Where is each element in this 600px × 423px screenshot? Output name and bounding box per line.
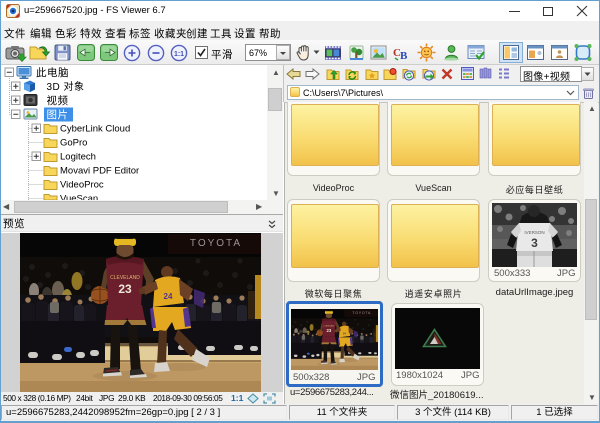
svg-text:Movavi PDF Editor: Movavi PDF Editor [60,166,139,177]
svg-text:CyberLink Cloud: CyberLink Cloud [60,124,130,135]
svg-text:GoPro: GoPro [60,138,87,149]
svg-text:VideoProc: VideoProc [60,180,104,191]
svg-text:Logitech: Logitech [60,152,96,163]
svg-text:B: B [400,50,408,62]
svg-text:此电脑: 此电脑 [36,66,69,79]
svg-text:3D 对象: 3D 对象 [47,80,85,93]
svg-text:图片: 图片 [47,108,69,121]
svg-text:1:1: 1:1 [174,51,184,58]
svg-text:视频: 视频 [47,94,69,107]
